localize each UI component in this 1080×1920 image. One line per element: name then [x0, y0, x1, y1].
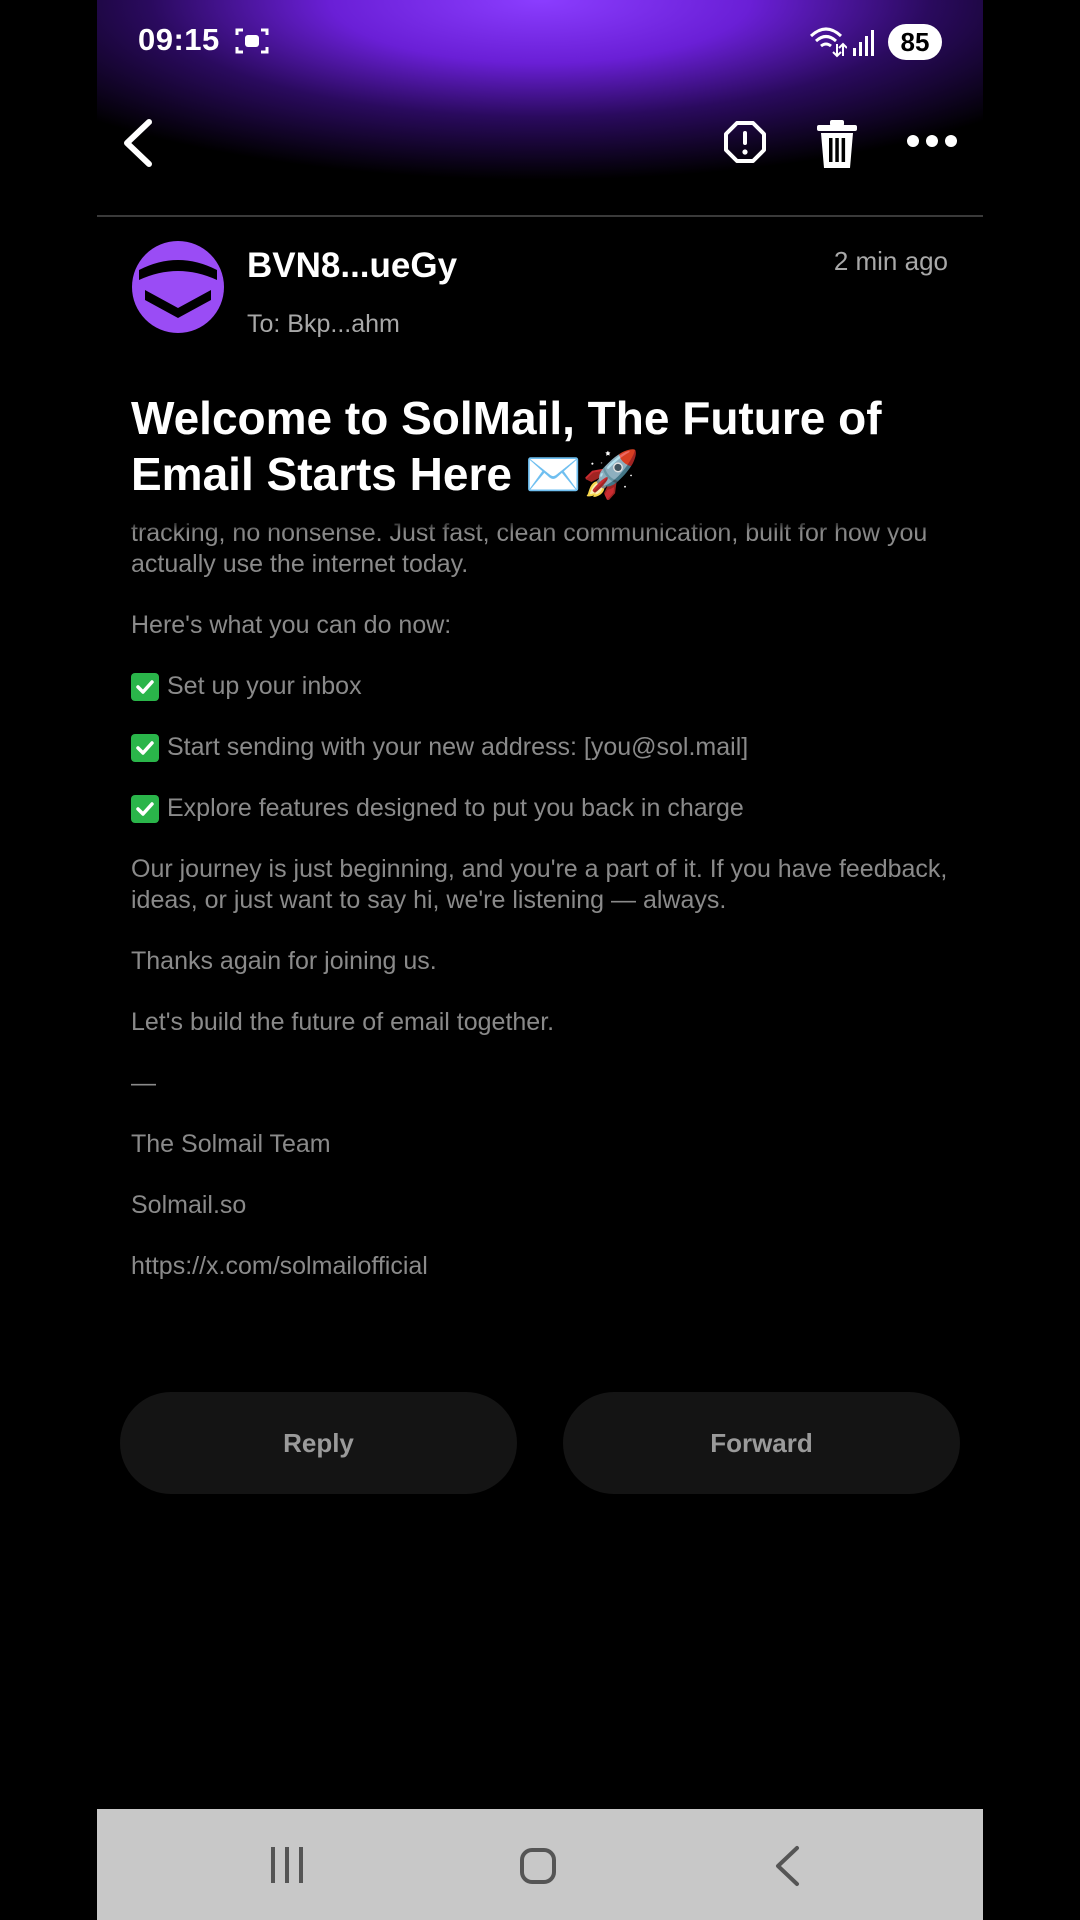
header-divider: [97, 215, 983, 217]
body-journey: Our journey is just beginning, and you'r…: [131, 855, 948, 914]
twitter-link[interactable]: https://x.com/solmailofficial: [131, 1251, 951, 1282]
signal-icon: [853, 30, 874, 56]
body-intro: Here's what you can do now:: [131, 611, 452, 639]
scroll-fade: [131, 518, 951, 532]
recipient[interactable]: To: Bkp...ahm: [247, 310, 400, 339]
forward-button[interactable]: Forward: [563, 1392, 960, 1494]
checklist-text: Start sending with your new address: [yo…: [167, 733, 749, 761]
site-link[interactable]: Solmail.so: [131, 1190, 951, 1221]
nav-back-icon[interactable]: [773, 1845, 801, 1887]
back-arrow-icon[interactable]: [117, 118, 157, 168]
checklist-text: Set up your inbox: [167, 672, 362, 700]
checklist-text: Explore features designed to put you bac…: [167, 794, 744, 822]
checkmark-icon: [131, 734, 159, 762]
more-icon[interactable]: [905, 132, 959, 150]
body-thanks: Thanks again for joining us.: [131, 947, 437, 975]
checklist-item: Explore features designed to put you bac…: [131, 793, 951, 824]
screen-record-icon: [235, 28, 269, 54]
email-subject: Welcome to SolMail, The Future of Email …: [131, 392, 882, 500]
body-build: Let's build the future of email together…: [131, 1008, 555, 1036]
signature: The Solmail Team: [131, 1130, 331, 1158]
system-nav-bar: [97, 1809, 983, 1920]
top-gradient: [97, 0, 983, 210]
home-icon[interactable]: [519, 1847, 557, 1885]
trash-icon[interactable]: [815, 118, 859, 170]
sender-name[interactable]: BVN8...ueGy: [247, 246, 457, 286]
status-time: 09:15: [138, 22, 220, 57]
checkmark-icon: [131, 795, 159, 823]
email-timestamp: 2 min ago: [833, 246, 948, 276]
email-body: tracking, no nonsense. Just fast, clean …: [131, 518, 951, 1318]
sender-avatar[interactable]: [131, 240, 225, 334]
recent-apps-icon[interactable]: [267, 1845, 307, 1885]
reply-button[interactable]: Reply: [120, 1392, 517, 1494]
checkmark-icon: [131, 673, 159, 701]
body-dash: —: [131, 1069, 156, 1097]
checklist-item: Set up your inbox: [131, 671, 951, 702]
email-screen: 09:15 85 BVN8...ueGy To: Bkp...ahm 2 min…: [97, 0, 983, 1920]
battery-icon: 85: [888, 24, 942, 60]
wifi-icon: [809, 27, 847, 58]
report-spam-icon[interactable]: [723, 120, 767, 164]
checklist-item: Start sending with your new address: [yo…: [131, 732, 951, 763]
